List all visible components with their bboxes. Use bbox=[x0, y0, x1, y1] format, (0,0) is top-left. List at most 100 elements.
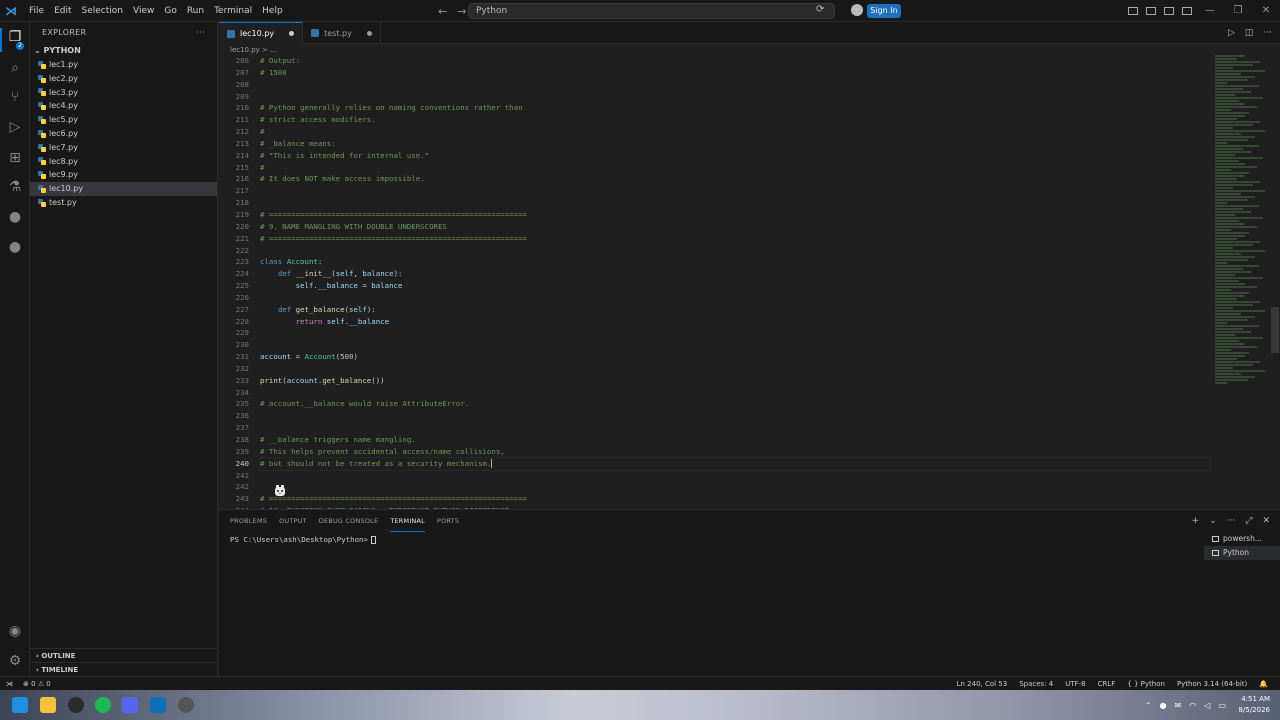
tab-ports[interactable]: PORTS bbox=[437, 510, 459, 532]
run-file-icon[interactable]: ▷ bbox=[1228, 28, 1235, 38]
settings-gear-icon[interactable]: ⚙ bbox=[6, 652, 24, 670]
file-item[interactable]: lec6.py bbox=[30, 127, 217, 141]
tray-chevron-icon[interactable]: ⌃ bbox=[1145, 701, 1152, 710]
accounts-icon[interactable]: ◉ bbox=[6, 622, 24, 640]
close-icon[interactable]: ✕ bbox=[1252, 0, 1280, 22]
file-item[interactable]: lec3.py bbox=[30, 86, 217, 100]
minimap-line bbox=[1215, 184, 1253, 186]
minimap-line bbox=[1215, 352, 1249, 354]
python-env-icon[interactable]: ● bbox=[6, 238, 24, 256]
discord-icon[interactable] bbox=[122, 697, 138, 713]
problems-status[interactable]: ⊗ 0 ⚠ 0 bbox=[23, 677, 51, 691]
menu-edit[interactable]: Edit bbox=[49, 0, 76, 22]
mail-icon[interactable]: ✉ bbox=[1175, 701, 1182, 710]
more-actions-icon[interactable]: ··· bbox=[1263, 28, 1272, 38]
menu-terminal[interactable]: Terminal bbox=[209, 0, 257, 22]
file-explorer-icon[interactable] bbox=[40, 697, 56, 713]
forward-arrow-icon[interactable]: → bbox=[457, 5, 466, 18]
file-item-selected[interactable]: lec10.py bbox=[30, 182, 217, 196]
tab-problems[interactable]: PROBLEMS bbox=[230, 510, 267, 532]
menu-help[interactable]: Help bbox=[257, 0, 288, 22]
end-of-line[interactable]: CRLF bbox=[1098, 677, 1116, 691]
toggle-sidebar-icon[interactable] bbox=[1146, 7, 1156, 15]
file-item[interactable]: lec1.py bbox=[30, 58, 217, 72]
file-item[interactable]: lec4.py bbox=[30, 99, 217, 113]
terminal-dropdown-icon[interactable]: ⌄ bbox=[1209, 516, 1217, 526]
tab-terminal[interactable]: TERMINAL bbox=[390, 510, 425, 532]
source-control-icon[interactable]: ⑂ bbox=[6, 88, 24, 106]
close-panel-icon[interactable]: ✕ bbox=[1262, 516, 1270, 526]
customize-layout-icon[interactable] bbox=[1128, 7, 1138, 15]
tab-lec10[interactable]: lec10.py bbox=[219, 22, 304, 44]
file-item[interactable]: test.py bbox=[30, 196, 217, 210]
python-file-icon bbox=[38, 129, 46, 138]
clock[interactable]: 4:51 AM 8/5/2026 bbox=[1239, 694, 1270, 716]
encoding[interactable]: UTF-8 bbox=[1065, 677, 1085, 691]
unsaved-dot-icon[interactable] bbox=[366, 30, 372, 36]
search-icon[interactable]: ⌕ bbox=[6, 59, 24, 77]
code-editor[interactable]: 206 207 208 209 210 211 212 213 214 215 216 217 218 2… bbox=[219, 55, 1280, 509]
cursor-position[interactable]: Ln 240, Col 53 bbox=[957, 677, 1008, 691]
battery-icon[interactable]: ▭ bbox=[1218, 701, 1226, 710]
minimap[interactable] bbox=[1215, 55, 1270, 395]
app-taskbar-icon[interactable] bbox=[178, 697, 194, 713]
microphone-icon[interactable]: ● bbox=[1160, 701, 1167, 710]
timeline-section[interactable]: › TIMELINE bbox=[30, 662, 218, 676]
terminal-item-powershell[interactable]: powersh... bbox=[1204, 532, 1280, 546]
toggle-secondary-sidebar-icon[interactable] bbox=[1182, 7, 1192, 15]
python-interpreter[interactable]: Python 3.14 (64-bit) bbox=[1177, 677, 1247, 691]
copilot-icon[interactable]: ⟳ bbox=[816, 4, 830, 18]
editor-scrollbar[interactable] bbox=[1271, 307, 1279, 353]
file-item[interactable]: lec9.py bbox=[30, 168, 217, 182]
toggle-panel-icon[interactable] bbox=[1164, 7, 1174, 15]
volume-icon[interactable]: ◁ bbox=[1204, 701, 1210, 710]
spotify-icon[interactable] bbox=[95, 697, 111, 713]
indentation[interactable]: Spaces: 4 bbox=[1019, 677, 1053, 691]
python-icon[interactable]: ● bbox=[6, 208, 24, 226]
remote-icon[interactable]: ⋊ bbox=[6, 677, 13, 691]
maximize-panel-icon[interactable]: ⤢ bbox=[1245, 516, 1252, 526]
tab-test[interactable]: test.py bbox=[303, 22, 381, 44]
menu-selection[interactable]: Selection bbox=[77, 0, 128, 22]
more-actions-icon[interactable]: ··· bbox=[1227, 516, 1236, 526]
minimap-line bbox=[1215, 145, 1259, 147]
unsaved-dot-icon[interactable] bbox=[289, 31, 295, 36]
vscode-taskbar-icon[interactable] bbox=[150, 697, 166, 713]
testing-icon[interactable]: ⚗ bbox=[6, 178, 24, 196]
run-debug-icon[interactable]: ▷ bbox=[6, 118, 24, 136]
terminal-output[interactable]: PS C:\Users\ash\Desktop\Python> bbox=[230, 535, 376, 544]
line-number: 228 bbox=[235, 316, 249, 326]
minimize-icon[interactable]: — bbox=[1196, 0, 1224, 22]
file-item[interactable]: lec8.py bbox=[30, 155, 217, 169]
language-mode[interactable]: { } Python bbox=[1127, 677, 1165, 691]
extensions-icon[interactable]: ⊞ bbox=[6, 149, 24, 167]
new-terminal-icon[interactable]: + bbox=[1192, 516, 1200, 526]
restore-icon[interactable]: ❐ bbox=[1224, 0, 1252, 22]
command-center-search[interactable]: Python bbox=[468, 3, 835, 19]
menu-run[interactable]: Run bbox=[182, 0, 209, 22]
code-lines[interactable]: # Output: # 1500 # Python generally reli… bbox=[259, 55, 1211, 509]
file-item[interactable]: lec2.py bbox=[30, 72, 217, 86]
menu-file[interactable]: File bbox=[24, 0, 49, 22]
outline-section[interactable]: › OUTLINE bbox=[30, 648, 218, 662]
back-arrow-icon[interactable]: ← bbox=[438, 5, 447, 18]
menu-go[interactable]: Go bbox=[159, 0, 181, 22]
minimap-line bbox=[1215, 151, 1251, 153]
notifications-bell-icon[interactable]: 🔔 bbox=[1259, 677, 1268, 691]
wifi-icon[interactable]: ◠ bbox=[1189, 701, 1196, 710]
start-menu-icon[interactable] bbox=[12, 697, 28, 713]
workspace-folder[interactable]: ⌄ PYTHON bbox=[30, 44, 217, 58]
obs-icon[interactable] bbox=[68, 697, 84, 713]
more-actions-icon[interactable]: ··· bbox=[196, 22, 205, 44]
tab-output[interactable]: OUTPUT bbox=[279, 510, 307, 532]
file-item[interactable]: lec7.py bbox=[30, 141, 217, 155]
sign-in-button[interactable]: Sign In bbox=[867, 4, 901, 18]
terminal-item-python[interactable]: Python bbox=[1204, 546, 1280, 560]
tab-debug-console[interactable]: DEBUG CONSOLE bbox=[319, 510, 379, 532]
account-icon[interactable] bbox=[851, 4, 863, 16]
split-editor-icon[interactable]: ◫ bbox=[1245, 28, 1254, 38]
file-item[interactable]: lec5.py bbox=[30, 113, 217, 127]
menu-view[interactable]: View bbox=[128, 0, 159, 22]
clock-date: 8/5/2026 bbox=[1238, 706, 1270, 714]
